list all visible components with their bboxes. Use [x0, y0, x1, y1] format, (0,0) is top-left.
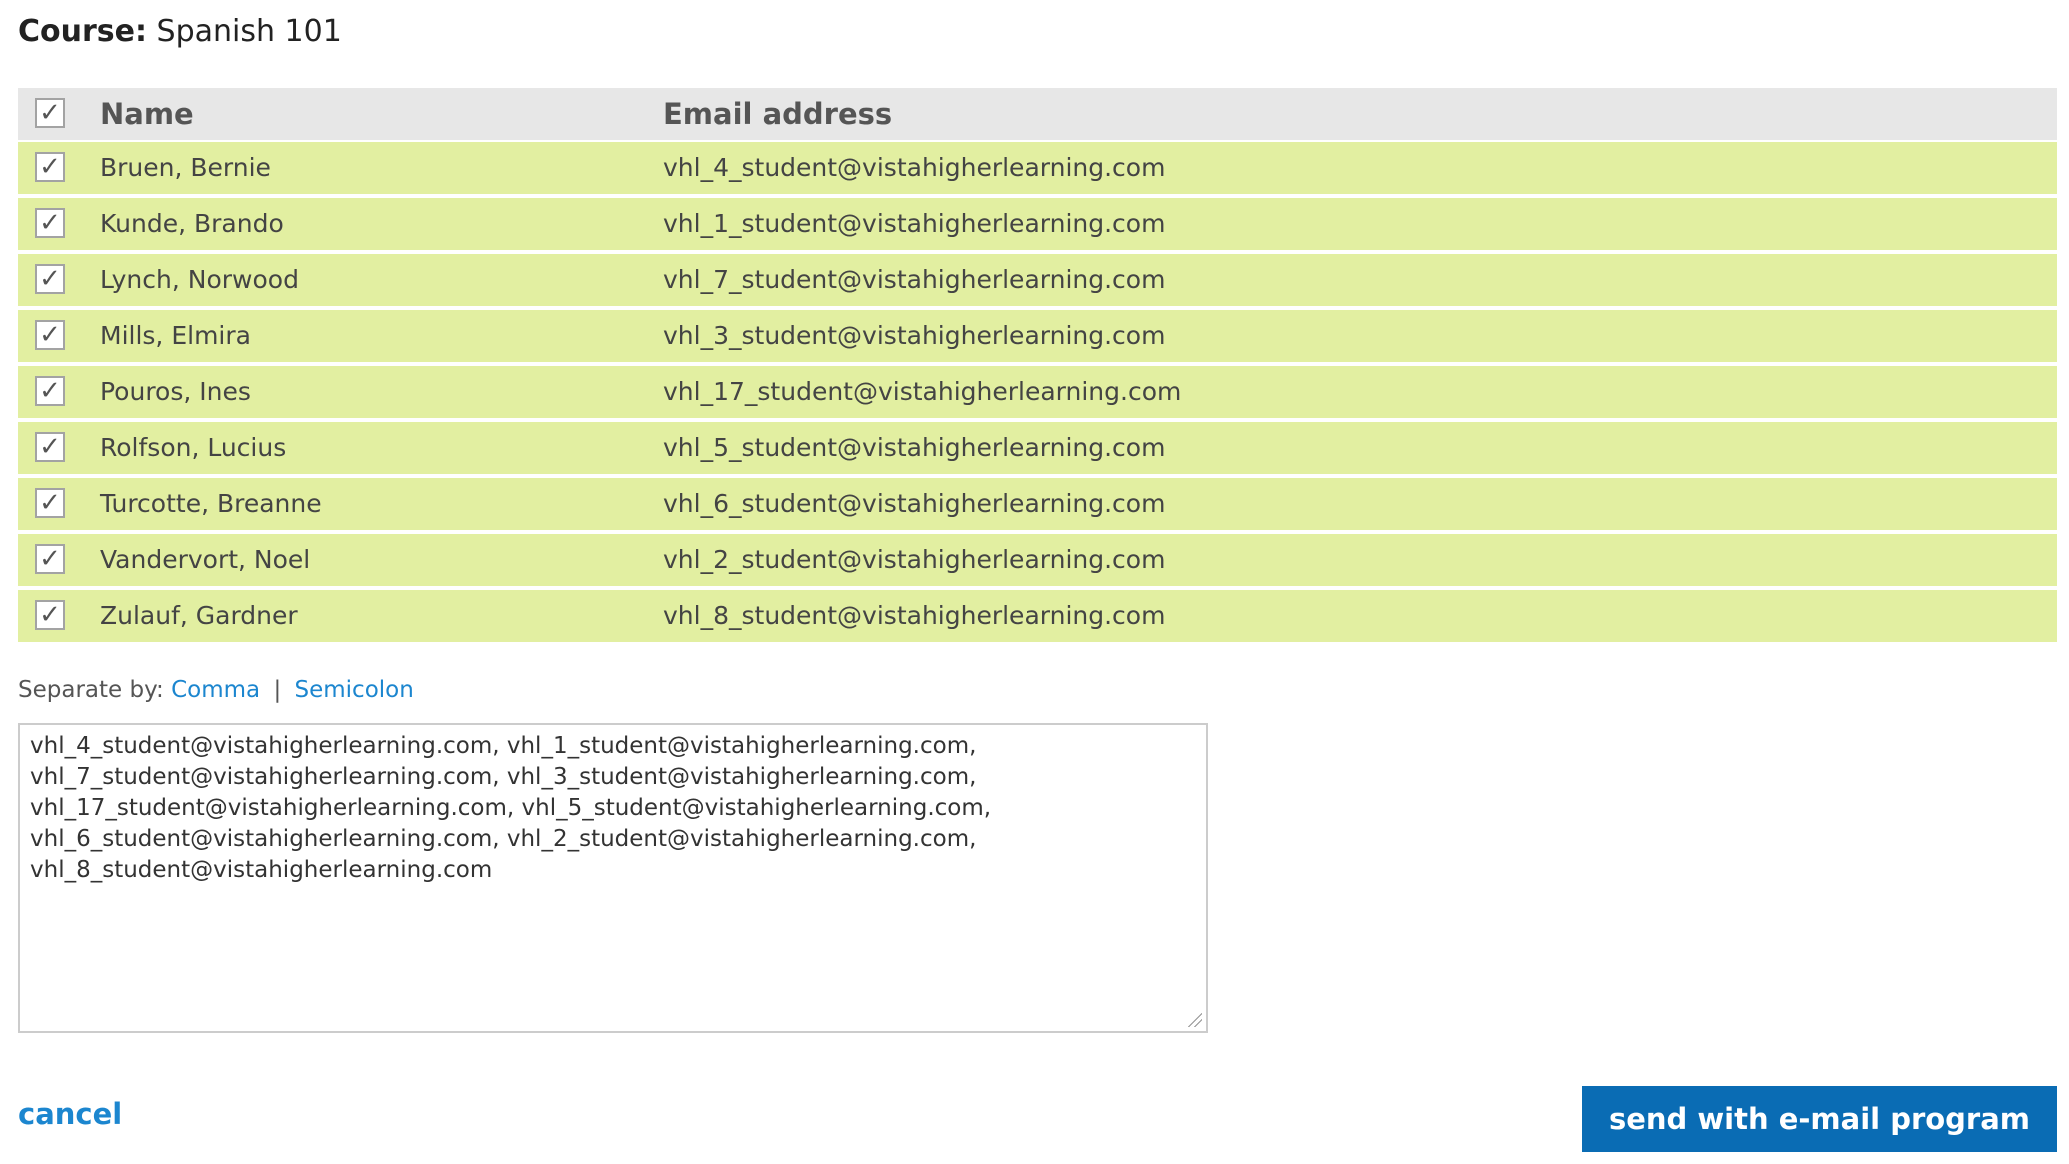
student-email: vhl_17_student@vistahigherlearning.com: [663, 377, 1182, 406]
separator-divider: |: [273, 677, 282, 703]
row-checkbox[interactable]: ✓: [35, 208, 65, 238]
student-email: vhl_5_student@vistahigherlearning.com: [663, 433, 1166, 462]
separator-label: Separate by:: [18, 677, 164, 703]
student-email: vhl_7_student@vistahigherlearning.com: [663, 265, 1166, 294]
table-row[interactable]: ✓ Pouros, Ines vhl_17_student@vistahigherl…: [18, 366, 2057, 418]
checkmark-icon: ✓: [39, 544, 61, 574]
row-checkbox[interactable]: ✓: [35, 544, 65, 574]
table-row[interactable]: ✓ Kunde, Brando vhl_1_student@vistahigherl…: [18, 198, 2057, 250]
separate-by-comma-link[interactable]: Comma: [171, 677, 260, 703]
row-checkbox[interactable]: ✓: [35, 376, 65, 406]
column-header-email: Email address: [663, 97, 893, 131]
checkmark-icon: ✓: [39, 98, 61, 128]
row-checkbox[interactable]: ✓: [35, 600, 65, 630]
checkmark-icon: ✓: [39, 152, 61, 182]
table-row[interactable]: ✓ Mills, Elmira vhl_3_student@vistahigherl…: [18, 310, 2057, 362]
course-name: Spanish 101: [156, 14, 342, 49]
table-row[interactable]: ✓ Rolfson, Lucius vhl_5_student@vistahighe…: [18, 422, 2057, 474]
checkmark-icon: ✓: [39, 432, 61, 462]
row-checkbox[interactable]: ✓: [35, 488, 65, 518]
checkmark-icon: ✓: [39, 320, 61, 350]
send-with-email-program-button[interactable]: send with e-mail program: [1582, 1086, 2057, 1152]
student-name: Rolfson, Lucius: [100, 433, 287, 462]
student-name: Pouros, Ines: [100, 377, 251, 406]
student-name: Mills, Elmira: [100, 321, 251, 350]
student-name: Zulauf, Gardner: [100, 601, 298, 630]
separate-by-semicolon-link[interactable]: Semicolon: [295, 677, 414, 703]
student-name: Turcotte, Breanne: [100, 489, 322, 518]
table-row[interactable]: ✓ Vandervort, Noel vhl_2_student@vistahigh…: [18, 534, 2057, 586]
student-table: ✓ Name Email address ✓ Bruen, Bernie vhl_4…: [18, 88, 2057, 646]
table-header: ✓ Name Email address: [18, 88, 2057, 140]
table-row[interactable]: ✓ Bruen, Bernie vhl_4_student@vistahigherl…: [18, 142, 2057, 194]
checkmark-icon: ✓: [39, 208, 61, 238]
email-addresses-textarea[interactable]: vhl_4_student@vistahigherlearning.com, v…: [18, 723, 1208, 1033]
table-row[interactable]: ✓ Zulauf, Gardner vhl_8_student@vistahighe…: [18, 590, 2057, 642]
student-name: Vandervort, Noel: [100, 545, 311, 574]
select-all-checkbox[interactable]: ✓: [35, 98, 65, 128]
student-email: vhl_4_student@vistahigherlearning.com: [663, 153, 1166, 182]
checkmark-icon: ✓: [39, 600, 61, 630]
separator-options: Separate by: Comma | Semicolon: [18, 674, 414, 706]
student-email: vhl_3_student@vistahigherlearning.com: [663, 321, 1166, 350]
row-checkbox[interactable]: ✓: [35, 264, 65, 294]
checkmark-icon: ✓: [39, 376, 61, 406]
resize-handle-icon[interactable]: [1188, 1013, 1202, 1027]
student-name: Kunde, Brando: [100, 209, 284, 238]
row-checkbox[interactable]: ✓: [35, 320, 65, 350]
student-email: vhl_2_student@vistahigherlearning.com: [663, 545, 1166, 574]
checkmark-icon: ✓: [39, 264, 61, 294]
cancel-link[interactable]: cancel: [18, 1094, 122, 1134]
table-body: ✓ Bruen, Bernie vhl_4_student@vistahigherl…: [18, 142, 2057, 642]
row-checkbox[interactable]: ✓: [35, 432, 65, 462]
table-row[interactable]: ✓ Turcotte, Breanne vhl_6_student@vistahig…: [18, 478, 2057, 530]
student-email: vhl_6_student@vistahigherlearning.com: [663, 489, 1166, 518]
table-row[interactable]: ✓ Lynch, Norwood vhl_7_student@vistahigher…: [18, 254, 2057, 306]
student-name: Lynch, Norwood: [100, 265, 299, 294]
column-header-name: Name: [100, 97, 194, 131]
row-checkbox[interactable]: ✓: [35, 152, 65, 182]
student-name: Bruen, Bernie: [100, 153, 271, 182]
student-email: vhl_1_student@vistahigherlearning.com: [663, 209, 1166, 238]
checkmark-icon: ✓: [39, 488, 61, 518]
course-title: Course: Spanish 101: [18, 12, 342, 52]
student-email: vhl_8_student@vistahigherlearning.com: [663, 601, 1166, 630]
course-label: Course:: [18, 14, 147, 49]
